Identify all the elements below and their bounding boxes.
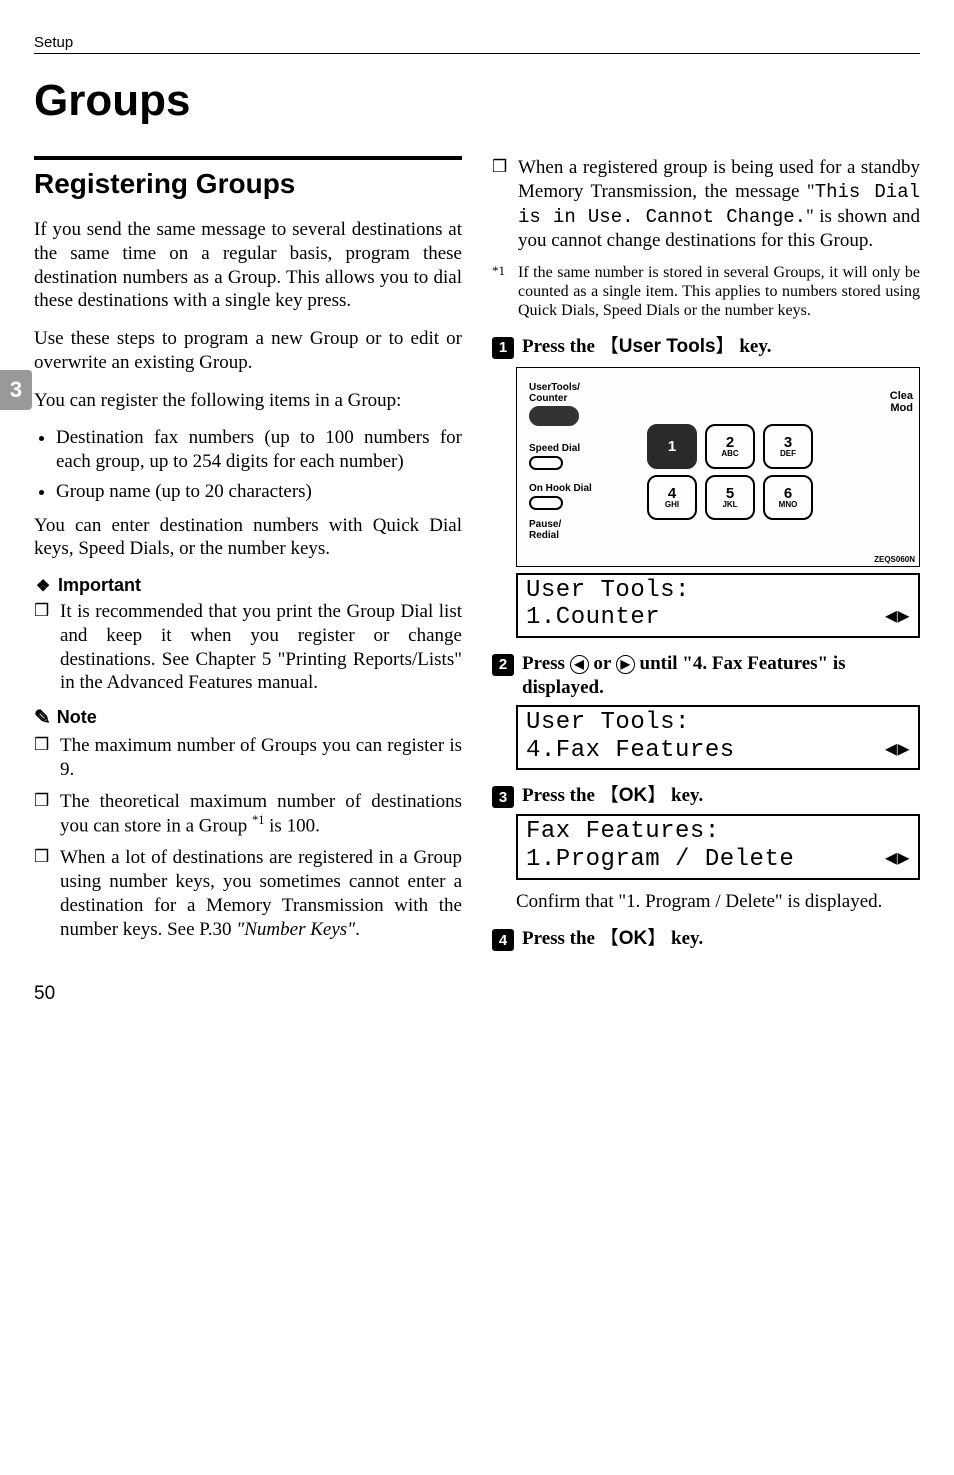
step-text: Press the OK key. [522,784,703,808]
left-column: Registering Groups If you send the same … [34,156,462,957]
lcd-line-2: 1.Counter◀▶ [526,604,910,632]
left-arrow-icon: ◀ [570,655,589,674]
keycap-ok: OK [600,928,667,949]
panel-label: On Hook Dial [529,483,592,494]
step-text-part: Press the [522,336,600,357]
note-text: . [355,919,360,940]
page-title: Groups [34,76,920,126]
lcd-display: User Tools: 1.Counter◀▶ [516,573,920,638]
footnote-marker: *1 [492,263,505,279]
keypad-key-6: 6MNO [763,475,813,520]
panel-label: Counter [529,393,567,404]
step-text-part: or [589,653,616,674]
section-subtitle: Registering Groups [34,168,462,200]
panel-label: Redial [529,530,559,541]
reference-italic: "Number Keys" [236,919,355,940]
keypad-key-4: 4GHI [647,475,697,520]
step-text: Press ◀ or ▶ until "4. Fax Features" is … [522,652,920,700]
step-number-icon: 1 [492,337,514,359]
arrows-icon: ◀▶ [885,739,910,762]
lcd-line-2: 1.Program / Delete◀▶ [526,846,910,874]
keypad-illustration: 1 2ABC 3DEF 4GHI 5JKL 6MNO [647,424,813,520]
important-heading: Important [34,575,462,596]
footnote-text: If the same number is stored in several … [518,264,920,319]
chapter-tab: 3 [0,370,32,410]
running-header: Setup [34,34,920,54]
speed-dial-button-icon [529,456,563,470]
body-paragraph: Confirm that "1. Program / Delete" is di… [516,890,920,914]
arrows-icon: ◀▶ [885,848,910,871]
step-text-part: Press the [522,785,600,806]
section-rule [34,156,462,160]
body-paragraph: You can register the following items in … [34,389,462,413]
body-paragraph: Use these steps to program a new Group o… [34,327,462,375]
step-2: 2 Press ◀ or ▶ until "4. Fax Features" i… [492,652,920,700]
lcd-line-1: User Tools: [526,577,910,605]
step-text-part: Press [522,653,570,674]
step-text-part: key. [666,928,703,949]
right-column: When a registered group is being used fo… [492,156,920,957]
panel-label-right: CleaMod [890,390,913,414]
step-text: Press the OK key. [522,927,703,951]
arrows-icon: ◀▶ [885,606,910,629]
note-text: is 100. [264,816,319,837]
page-number: 50 [34,983,920,1005]
lcd-line-1: User Tools: [526,709,910,737]
pencil-icon [34,705,51,730]
panel-label: Speed Dial [529,443,592,454]
keypad-key-1: 1 [647,424,697,469]
on-hook-dial-button-icon [529,496,563,510]
user-tools-button-icon [529,406,579,426]
keypad-key-5: 5JKL [705,475,755,520]
list-item: The maximum number of Groups you can reg… [34,734,462,782]
keypad-key-2: 2ABC [705,424,755,469]
list-item: Group name (up to 20 characters) [56,480,462,504]
body-paragraph: You can enter destination numbers with Q… [34,514,462,562]
step-number-icon: 2 [492,654,514,676]
lcd-line-2: 4.Fax Features◀▶ [526,737,910,765]
illustration-code: ZEQS060N [874,555,915,564]
body-paragraph: If you send the same message to several … [34,218,462,313]
list-item: When a lot of destinations are registere… [34,846,462,941]
step-text-part: key. [735,336,772,357]
lcd-display: Fax Features: 1.Program / Delete◀▶ [516,814,920,879]
list-item: The theoretical maximum number of destin… [34,790,462,839]
step-text: Press the User Tools key. [522,335,772,359]
footnote-marker: *1 [252,813,264,827]
footnote-list: *1 If the same number is stored in sever… [492,263,920,321]
step-3: 3 Press the OK key. [492,784,920,808]
note-heading: Note [34,705,462,730]
panel-label: UserTools/ [529,382,580,393]
panel-label: Pause/ [529,519,561,530]
important-list: It is recommended that you print the Gro… [34,600,462,695]
bullet-list: Destination fax numbers (up to 100 numbe… [34,426,462,503]
step-1: 1 Press the User Tools key. [492,335,920,359]
note-list: The maximum number of Groups you can reg… [34,734,462,941]
panel-labels: UserTools/Counter Speed Dial On Hook Dia… [529,382,592,541]
step-text-part: key. [666,785,703,806]
footnote-item: *1 If the same number is stored in sever… [492,263,920,321]
keycap-ok: OK [600,785,667,806]
important-icon [34,577,52,595]
control-panel-illustration: UserTools/Counter Speed Dial On Hook Dia… [516,367,920,567]
important-label: Important [58,575,141,596]
list-item: When a registered group is being used fo… [492,156,920,253]
step-4: 4 Press the OK key. [492,927,920,951]
list-item: It is recommended that you print the Gro… [34,600,462,695]
step-number-icon: 3 [492,786,514,808]
note-list-continued: When a registered group is being used fo… [492,156,920,253]
note-label: Note [57,707,97,728]
keycap-user-tools: User Tools [600,336,735,357]
lcd-display: User Tools: 4.Fax Features◀▶ [516,705,920,770]
lcd-line-1: Fax Features: [526,818,910,846]
right-arrow-icon: ▶ [616,655,635,674]
step-number-icon: 4 [492,929,514,951]
step-text-part: Press the [522,928,600,949]
keypad-key-3: 3DEF [763,424,813,469]
list-item: Destination fax numbers (up to 100 numbe… [56,426,462,474]
